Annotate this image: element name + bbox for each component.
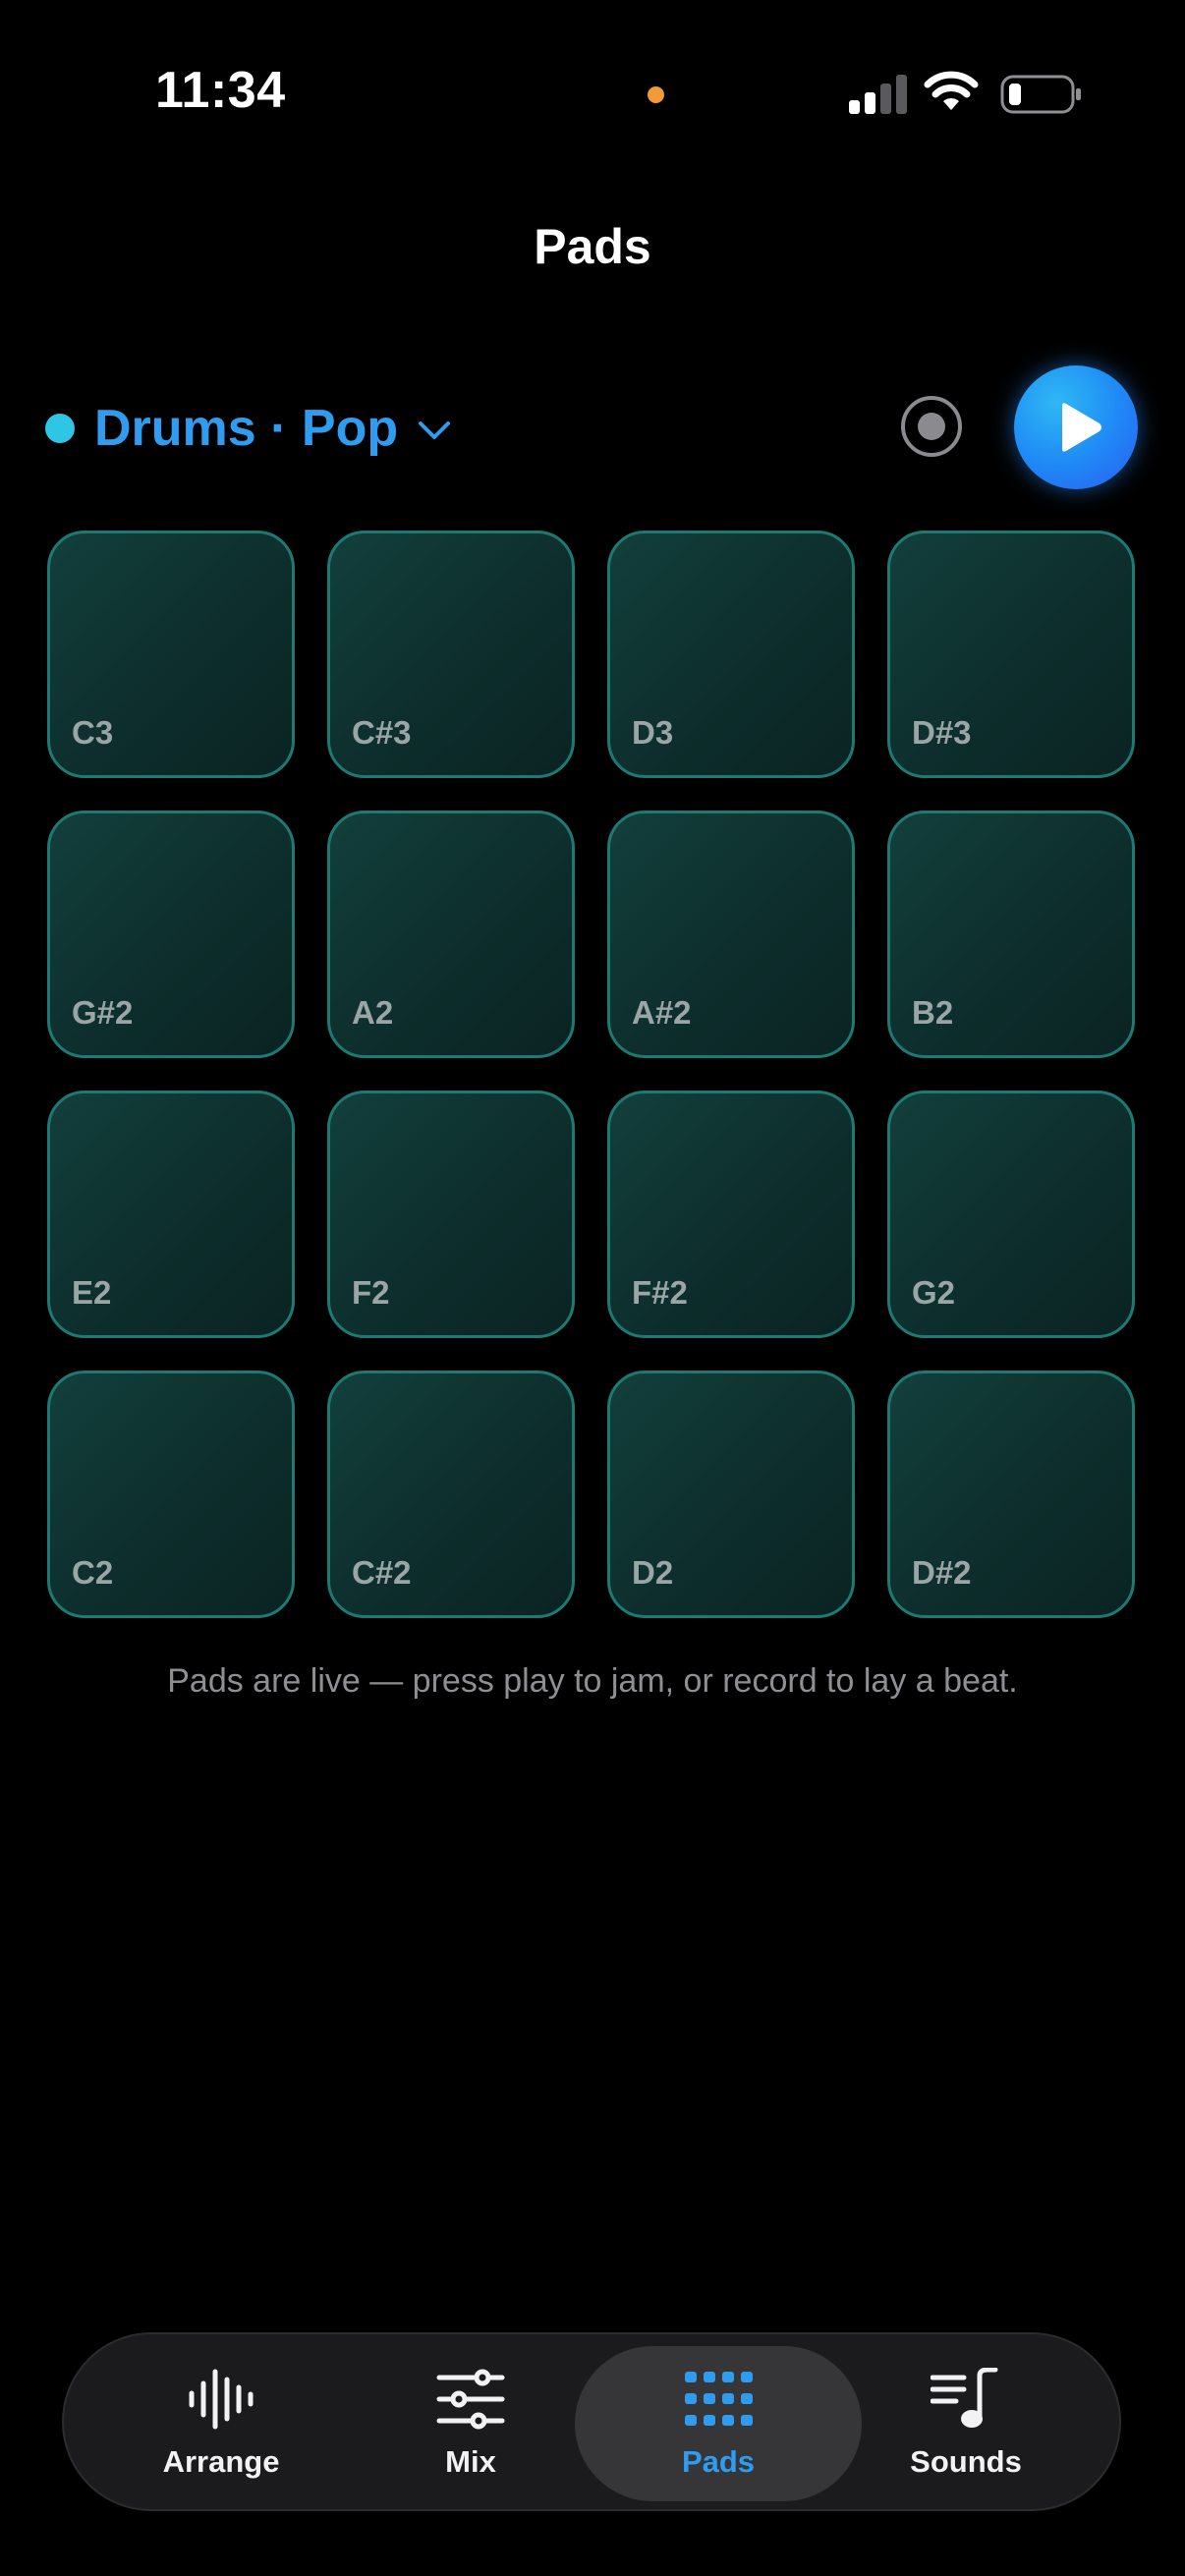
- pad[interactable]: B2: [887, 811, 1135, 1058]
- pad[interactable]: G2: [887, 1091, 1135, 1338]
- tab-label: Arrange: [162, 2444, 280, 2479]
- tab-mix[interactable]: Mix: [327, 2346, 614, 2501]
- hint-text: Pads are live — press play to jam, or re…: [167, 1662, 1018, 1700]
- tab-label: Mix: [445, 2444, 496, 2479]
- pad-note-label: F#2: [632, 1274, 688, 1311]
- page-title: Pads: [534, 219, 651, 274]
- wifi-icon: [924, 71, 979, 110]
- pad[interactable]: C#2: [327, 1371, 575, 1618]
- pad-note-label: A#2: [632, 994, 692, 1031]
- tab-bar: Arrange Mix Pads Sounds: [62, 2332, 1121, 2511]
- grid-dots-icon: [685, 2372, 753, 2426]
- recording-indicator-dot: [648, 86, 664, 103]
- sliders-icon: [436, 2369, 505, 2430]
- pad[interactable]: D#3: [887, 531, 1135, 778]
- pad[interactable]: C2: [47, 1371, 295, 1618]
- pad[interactable]: D#2: [887, 1371, 1135, 1618]
- pad-grid: C3 C#3 D3 D#3 G#2 A2 A#2 B2 E2 F2 F#2 G2 C2 C#2 D2 D#2: [47, 531, 1138, 1618]
- record-button[interactable]: [901, 396, 962, 457]
- pad[interactable]: C#3: [327, 531, 575, 778]
- pad-note-label: B2: [912, 994, 954, 1031]
- chevron-down-icon: [419, 421, 451, 439]
- status-time: 11:34: [155, 62, 286, 119]
- pad-note-label: D#3: [912, 714, 972, 751]
- tab-label: Pads: [681, 2444, 756, 2479]
- music-note-list-icon: [931, 2368, 998, 2428]
- pad[interactable]: D3: [607, 531, 855, 778]
- pad-note-label: C#3: [352, 714, 412, 751]
- battery-icon: [1000, 75, 1081, 114]
- record-icon: [918, 413, 945, 440]
- pad-note-label: G#2: [72, 994, 134, 1031]
- pad[interactable]: F#2: [607, 1091, 855, 1338]
- pad-note-label: D2: [632, 1554, 674, 1591]
- tab-label: Sounds: [910, 2444, 1022, 2479]
- play-icon: [1062, 403, 1101, 452]
- tab-pads[interactable]: Pads: [575, 2346, 862, 2501]
- kit-color-dot: [45, 414, 75, 443]
- pad[interactable]: F2: [327, 1091, 575, 1338]
- pad-note-label: E2: [72, 1274, 112, 1311]
- kit-label: Drums · Pop: [94, 400, 399, 457]
- tab-arrange[interactable]: Arrange: [78, 2346, 365, 2501]
- pad[interactable]: G#2: [47, 811, 295, 1058]
- pad[interactable]: E2: [47, 1091, 295, 1338]
- pad[interactable]: D2: [607, 1371, 855, 1618]
- kit-selector[interactable]: Drums · Pop: [45, 391, 451, 466]
- pad-note-label: G2: [912, 1274, 956, 1311]
- pad-note-label: C#2: [352, 1554, 412, 1591]
- cellular-signal-icon: [849, 75, 907, 114]
- tab-sounds[interactable]: Sounds: [822, 2346, 1109, 2501]
- pad[interactable]: A#2: [607, 811, 855, 1058]
- pad-note-label: D#2: [912, 1554, 972, 1591]
- play-button[interactable]: [1014, 365, 1138, 489]
- pad[interactable]: C3: [47, 531, 295, 778]
- pad-note-label: D3: [632, 714, 674, 751]
- pad-note-label: A2: [352, 994, 394, 1031]
- pad-note-label: F2: [352, 1274, 390, 1311]
- pad-note-label: C2: [72, 1554, 114, 1591]
- pad[interactable]: A2: [327, 811, 575, 1058]
- pad-note-label: C3: [72, 714, 114, 751]
- waveform-icon: [189, 2369, 254, 2430]
